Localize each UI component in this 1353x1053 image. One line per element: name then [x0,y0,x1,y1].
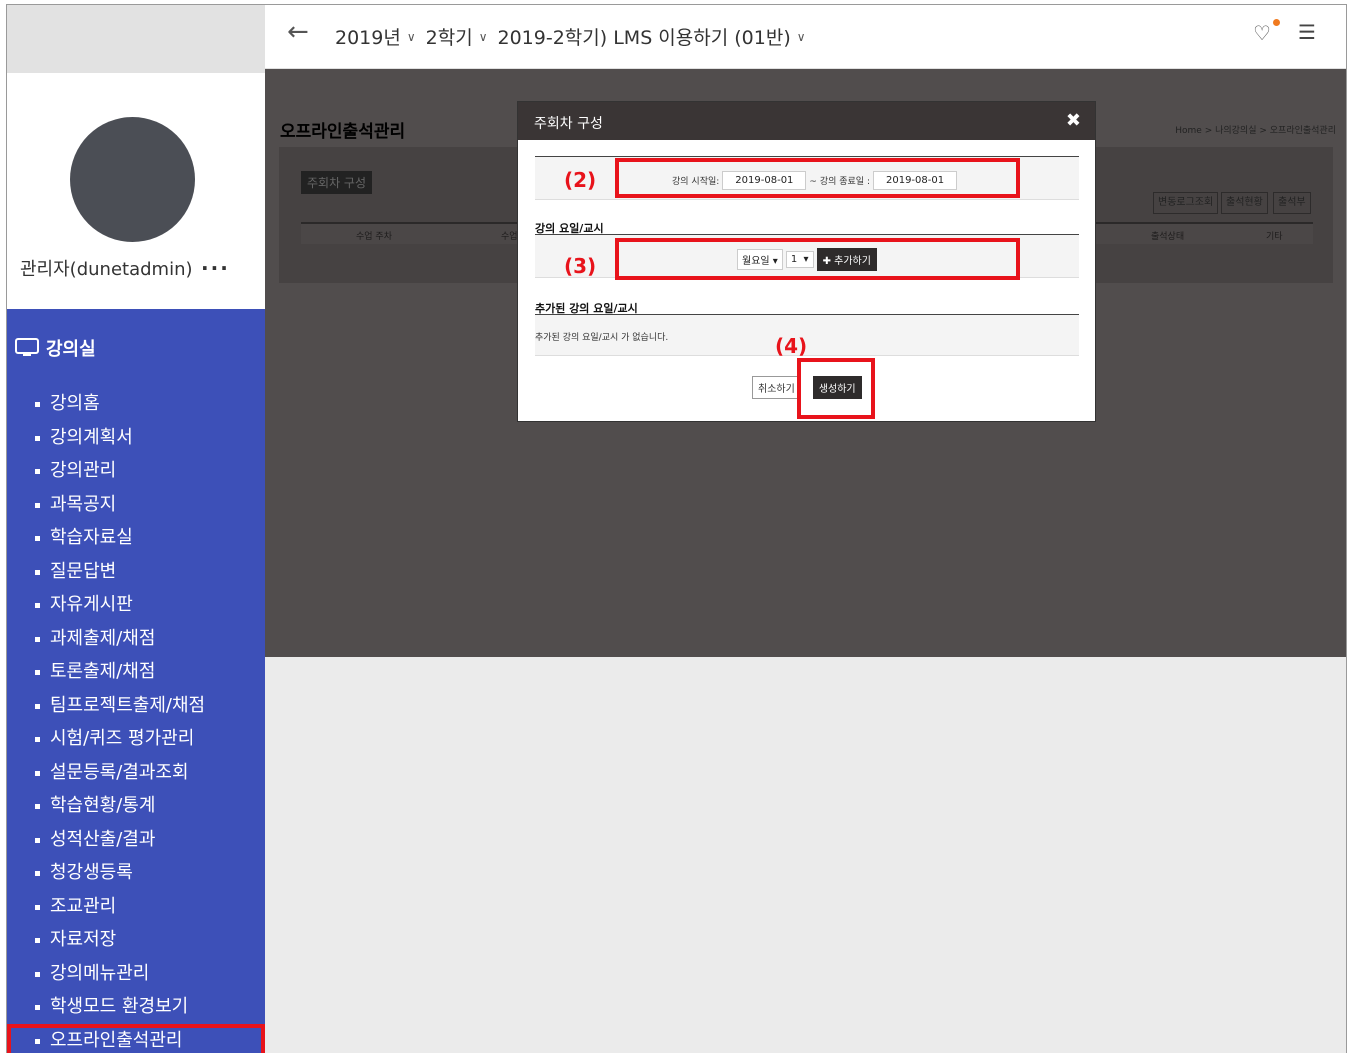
highlight-box-day [615,238,1020,280]
sidebar-item-grades[interactable]: 성적산출/결과 [7,823,265,857]
sidebar-item-student-mode[interactable]: 학생모드 환경보기 [7,990,265,1024]
avatar[interactable] [70,117,195,242]
modal-title: 주회차 구성 [534,116,603,132]
semester-dropdown[interactable]: 2학기 ∨ [426,23,488,50]
course-selector: 2019년 ∨ 2학기 ∨ 2019-2학기) LMS 이용하기 (01반) ∨ [335,23,806,50]
chevron-down-icon: ∨ [796,29,806,44]
menu-heading: 강의실 [15,335,96,361]
sidebar-item-discussion[interactable]: 토론출제/채점 [7,655,265,689]
sidebar-item-team-project[interactable]: 팀프로젝트출제/채점 [7,689,265,723]
highlight-box-create [797,358,875,419]
chevron-down-icon: ∨ [406,29,416,44]
sidebar-item-assignment[interactable]: 과제출제/채점 [7,622,265,656]
col-week: 수업 주차 [356,232,392,242]
modal-header: 주회차 구성 ✖ [518,102,1095,140]
sidebar-item-stats[interactable]: 학습현황/통계 [7,789,265,823]
week-config-modal: 주회차 구성 ✖ 강의 시작일: 2019-08-01 ~ 강의 종료일 : 2… [518,102,1095,421]
sidebar-item-auditor[interactable]: 청강생등록 [7,856,265,890]
notification-dot [1273,19,1280,26]
sidebar-item-menu-manage[interactable]: 강의메뉴관리 [7,957,265,991]
annotation-3: (3) [564,254,597,278]
sidebar-menu: 강의실 강의홈 강의계획서 강의관리 과목공지 학습자료실 질문답변 자유게시판… [7,309,265,1053]
close-icon[interactable]: ✖ [1066,110,1081,131]
sidebar-item-board[interactable]: 자유게시판 [7,588,265,622]
sidebar-item-survey[interactable]: 설문등록/결과조회 [7,756,265,790]
monitor-icon [15,338,39,356]
sidebar-item-storage[interactable]: 자료저장 [7,923,265,957]
sidebar-item-course-manage[interactable]: 강의관리 [7,454,265,488]
list-menu-icon[interactable]: ☰ [1298,20,1316,44]
sidebar-item-ta[interactable]: 조교관리 [7,890,265,924]
profile-panel: 관리자(dunetadmin) ... [7,73,265,309]
more-menu-button[interactable]: ... [201,251,230,275]
top-bar: ← 2019년 ∨ 2학기 ∨ 2019-2학기) LMS 이용하기 (01반) ∨ … [265,5,1346,69]
breadcrumb: Home > 나의강의실 > 오프라인출석관리 [1175,126,1336,136]
page-title: 오프라인출석관리 [280,122,406,142]
annotation-2: (2) [564,168,597,192]
col-status: 출석상태 [1151,232,1185,242]
bell-icon[interactable]: ♡ [1253,21,1271,45]
chevron-down-icon: ∨ [478,29,488,44]
empty-message: 추가된 강의 요일/교시 가 없습니다. [535,333,669,343]
sidebar-item-syllabus[interactable]: 강의계획서 [7,421,265,455]
col-class: 수업 [501,232,518,242]
attendance-status-button[interactable]: 출석현황 [1221,192,1268,214]
sidebar-item-notice[interactable]: 과목공지 [7,488,265,522]
cancel-button[interactable]: 취소하기 [752,376,801,399]
year-dropdown[interactable]: 2019년 ∨ [335,23,416,50]
sidebar-item-offline-attendance[interactable]: 오프라인출석관리 [7,1023,265,1053]
sidebar-item-exam[interactable]: 시험/퀴즈 평가관리 [7,722,265,756]
change-log-button[interactable]: 변동로그조회 [1153,192,1219,214]
sidebar: 관리자(dunetadmin) ... 강의실 강의홈 강의계획서 강의관리 과… [7,5,265,1053]
back-arrow-icon[interactable]: ← [287,17,309,47]
sidebar-item-qna[interactable]: 질문답변 [7,555,265,589]
annotation-4: (4) [775,334,808,358]
col-etc: 기타 [1266,232,1283,242]
highlight-box-dates [615,158,1020,198]
sidebar-item-home[interactable]: 강의홈 [7,387,265,421]
logo-area [7,5,265,73]
course-dropdown[interactable]: 2019-2학기) LMS 이용하기 (01반) ∨ [498,23,806,50]
user-name: 관리자(dunetadmin) [20,259,193,280]
sidebar-item-materials[interactable]: 학습자료실 [7,521,265,555]
menu-heading-label: 강의실 [46,339,96,360]
week-config-button[interactable]: 주회차 구성 [301,171,373,194]
attendance-book-button[interactable]: 출석부 [1273,192,1311,214]
